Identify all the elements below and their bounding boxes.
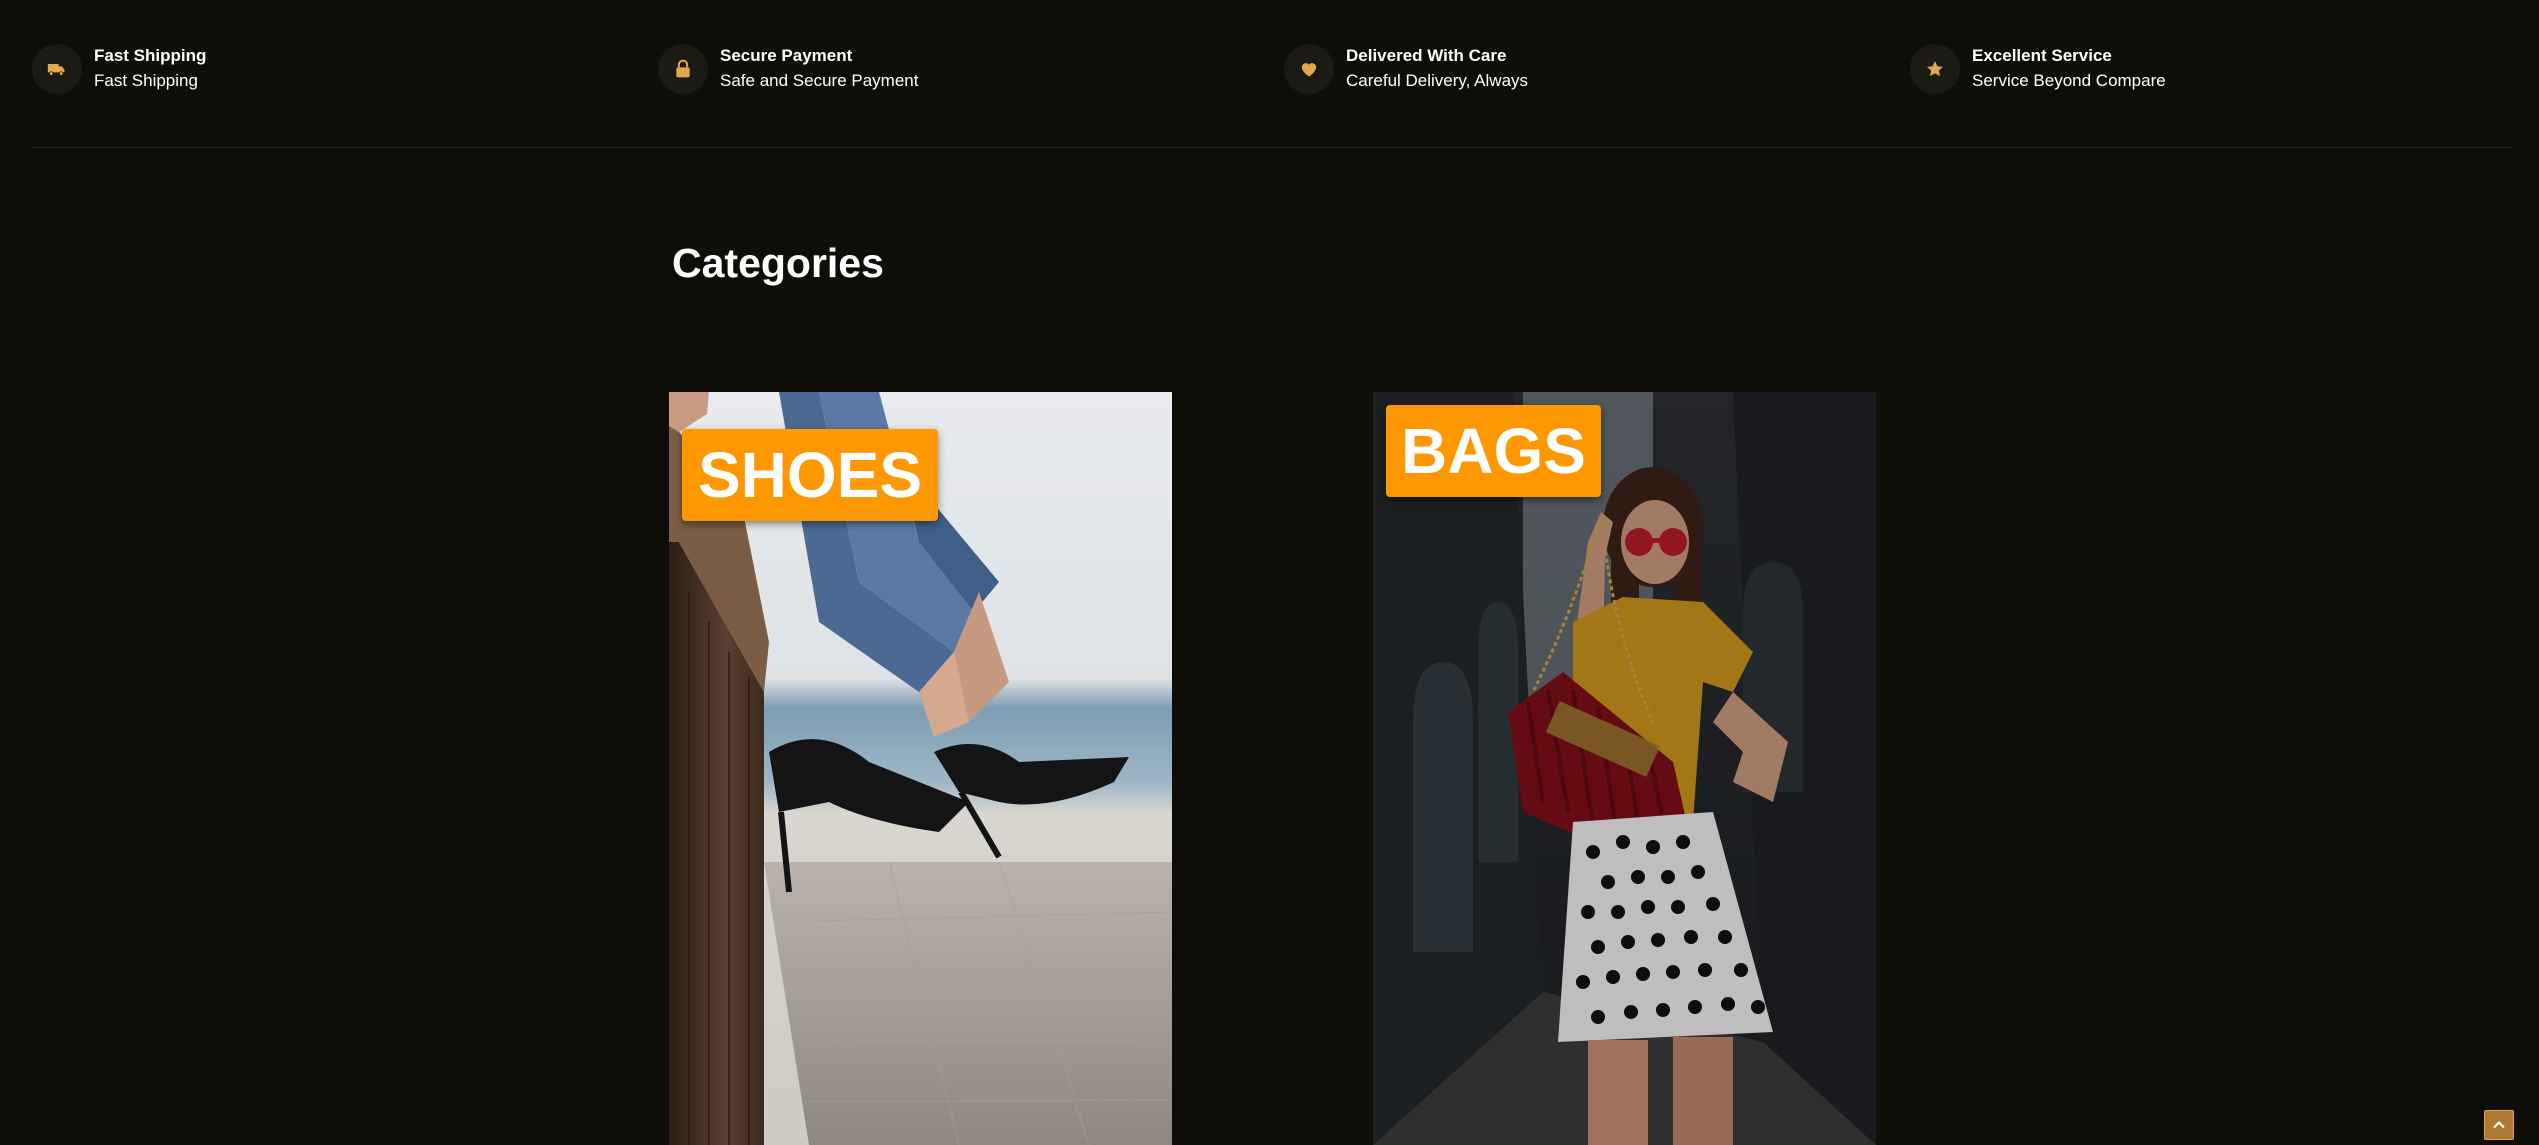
categories-title: Categories <box>672 240 884 286</box>
feature-title: Delivered With Care <box>1346 46 1507 65</box>
category-card-shoes[interactable]: SHOES <box>669 392 1172 1145</box>
heart-icon <box>1284 44 1334 94</box>
category-label-bags[interactable]: BAGS <box>1386 405 1601 497</box>
category-card-bags[interactable]: BAGS <box>1373 392 1876 1145</box>
star-icon <box>1910 44 1960 94</box>
lock-icon <box>658 44 708 94</box>
features-bar: Fast Shipping Fast Shipping Secure Payme… <box>0 0 2539 148</box>
chevron-up-icon <box>2493 1121 2505 1129</box>
feature-subtitle: Service Beyond Compare <box>1972 71 2166 90</box>
category-label-shoes[interactable]: SHOES <box>682 429 938 521</box>
feature-subtitle: Fast Shipping <box>94 71 198 90</box>
truck-icon <box>32 44 82 94</box>
scroll-to-top-button[interactable] <box>2484 1110 2514 1140</box>
feature-title: Secure Payment <box>720 46 853 65</box>
feature-subtitle: Careful Delivery, Always <box>1346 71 1529 90</box>
woman-with-red-bag-photo <box>1373 392 1876 1145</box>
feature-subtitle: Safe and Secure Payment <box>720 71 919 90</box>
features-divider <box>32 147 2512 148</box>
feature-title: Fast Shipping <box>94 46 207 65</box>
feature-title: Excellent Service <box>1972 46 2112 65</box>
